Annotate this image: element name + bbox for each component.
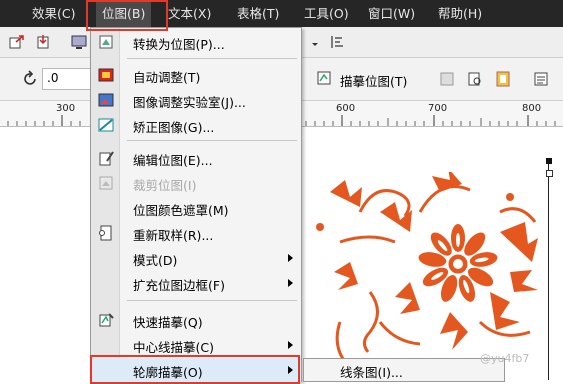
options-icon[interactable]: [532, 70, 550, 88]
menu-item-label: 矫正图像(G)...: [133, 120, 215, 135]
ruler-label: 300: [56, 103, 76, 114]
quick-trace-icon: [99, 313, 114, 327]
menu-effects[interactable]: 效果(C): [32, 0, 75, 27]
menu-help[interactable]: 帮助(H): [438, 0, 482, 27]
menu-item-inflate-bitmap[interactable]: 扩充位图边框(F): [91, 271, 301, 295]
menu-separator: [127, 140, 297, 141]
submenu-item-line-art[interactable]: 线条图(I)...: [340, 362, 403, 381]
bitmaps-menu: 转换为位图(P)... 自动调整(T) 图像调整实验室(J)... 矫正图像(G…: [90, 27, 302, 382]
flower-bitmap[interactable]: [300, 172, 540, 380]
menu-item-quick-trace[interactable]: 快速描摹(Q): [91, 308, 301, 332]
chevron-down-icon[interactable]: [310, 35, 320, 53]
align-icon[interactable]: [328, 33, 346, 51]
menu-bar: 效果(C) 位图(B) 文本(X) 表格(T) 工具(O) 窗口(W) 帮助(H…: [0, 0, 563, 27]
auto-adjust-icon: [98, 68, 114, 82]
menu-item-label: 中心线描摹(C): [133, 340, 214, 355]
bitmap-border-icon[interactable]: [494, 70, 512, 88]
selection-handle[interactable]: [546, 158, 552, 164]
menu-item-label: 快速描摹(Q): [133, 315, 203, 330]
menu-item-label: 转换为位图(P)...: [133, 37, 225, 52]
menu-item-mode[interactable]: 模式(D): [91, 246, 301, 270]
menu-item-label: 轮廓描摹(O): [133, 365, 203, 380]
watermark: @yu4fb7: [480, 352, 530, 365]
app-launcher-icon[interactable]: [70, 33, 88, 51]
menu-item-image-adjustment-lab[interactable]: 图像调整实验室(J)...: [91, 88, 301, 112]
menu-item-label: 重新取样(R)...: [133, 228, 214, 243]
menu-item-centerline-trace[interactable]: 中心线描摹(C): [91, 333, 301, 357]
crop-bitmap-icon: [99, 176, 113, 190]
submenu-arrow-icon: [288, 279, 293, 287]
menu-table[interactable]: 表格(T): [237, 0, 279, 27]
submenu-arrow-icon: [288, 341, 293, 349]
menu-item-straighten-image[interactable]: 矫正图像(G)...: [91, 113, 301, 137]
rotate-icon: [24, 70, 36, 85]
menu-item-resample[interactable]: 重新取样(R)...: [91, 221, 301, 245]
menu-item-auto-adjust[interactable]: 自动调整(T): [91, 63, 301, 87]
menu-item-outline-trace[interactable]: 轮廓描摹(O): [91, 358, 301, 382]
rotation-input[interactable]: .0: [42, 68, 92, 90]
menu-item-label: 编辑位图(E)...: [133, 153, 213, 168]
submenu-arrow-icon: [288, 366, 293, 374]
ruler-label: 700: [428, 103, 448, 114]
resample-icon[interactable]: [466, 70, 484, 88]
menu-separator: [127, 300, 297, 301]
menu-item-bitmap-color-mask[interactable]: 位图颜色遮罩(M): [91, 196, 301, 220]
menu-item-label: 自动调整(T): [133, 70, 201, 85]
import-icon[interactable]: [34, 33, 52, 51]
ruler-label: 600: [336, 103, 356, 114]
menu-item-label: 图像调整实验室(J)...: [133, 95, 246, 110]
crop-icon[interactable]: [438, 70, 456, 88]
menu-tools[interactable]: 工具(O): [304, 0, 349, 27]
menu-item-label: 裁剪位图(I): [133, 178, 197, 193]
menu-item-label: 扩充位图边框(F): [133, 278, 225, 293]
resample-icon: [99, 225, 112, 241]
page-border: [548, 161, 549, 380]
selection-handle[interactable]: [546, 170, 553, 177]
menu-bitmaps[interactable]: 位图(B): [96, 0, 152, 27]
image-lab-icon: [98, 93, 114, 107]
menu-item-label: 模式(D): [133, 253, 178, 268]
menu-item-crop-bitmap: 裁剪位图(I): [91, 171, 301, 195]
trace-bitmap-icon: [317, 71, 331, 85]
export-icon[interactable]: [8, 33, 26, 51]
trace-bitmap-label: 描摹位图(T): [340, 74, 408, 89]
menu-window[interactable]: 窗口(W): [368, 0, 415, 27]
ruler-label: 800: [522, 103, 542, 114]
rotation-value: .0: [47, 71, 59, 85]
menu-text[interactable]: 文本(X): [168, 0, 211, 27]
menu-item-convert-to-bitmap[interactable]: 转换为位图(P)...: [91, 30, 301, 54]
edit-bitmap-icon: [99, 151, 114, 166]
menu-item-label: 位图颜色遮罩(M): [133, 203, 229, 218]
menu-item-edit-bitmap[interactable]: 编辑位图(E)...: [91, 146, 301, 170]
submenu-arrow-icon: [288, 254, 293, 262]
straighten-icon: [98, 118, 114, 132]
trace-bitmap-button[interactable]: 描摹位图(T): [316, 66, 426, 92]
outline-trace-submenu: 线条图(I)...: [303, 358, 505, 382]
convert-bitmap-icon: [99, 35, 113, 49]
menu-separator: [127, 58, 297, 59]
